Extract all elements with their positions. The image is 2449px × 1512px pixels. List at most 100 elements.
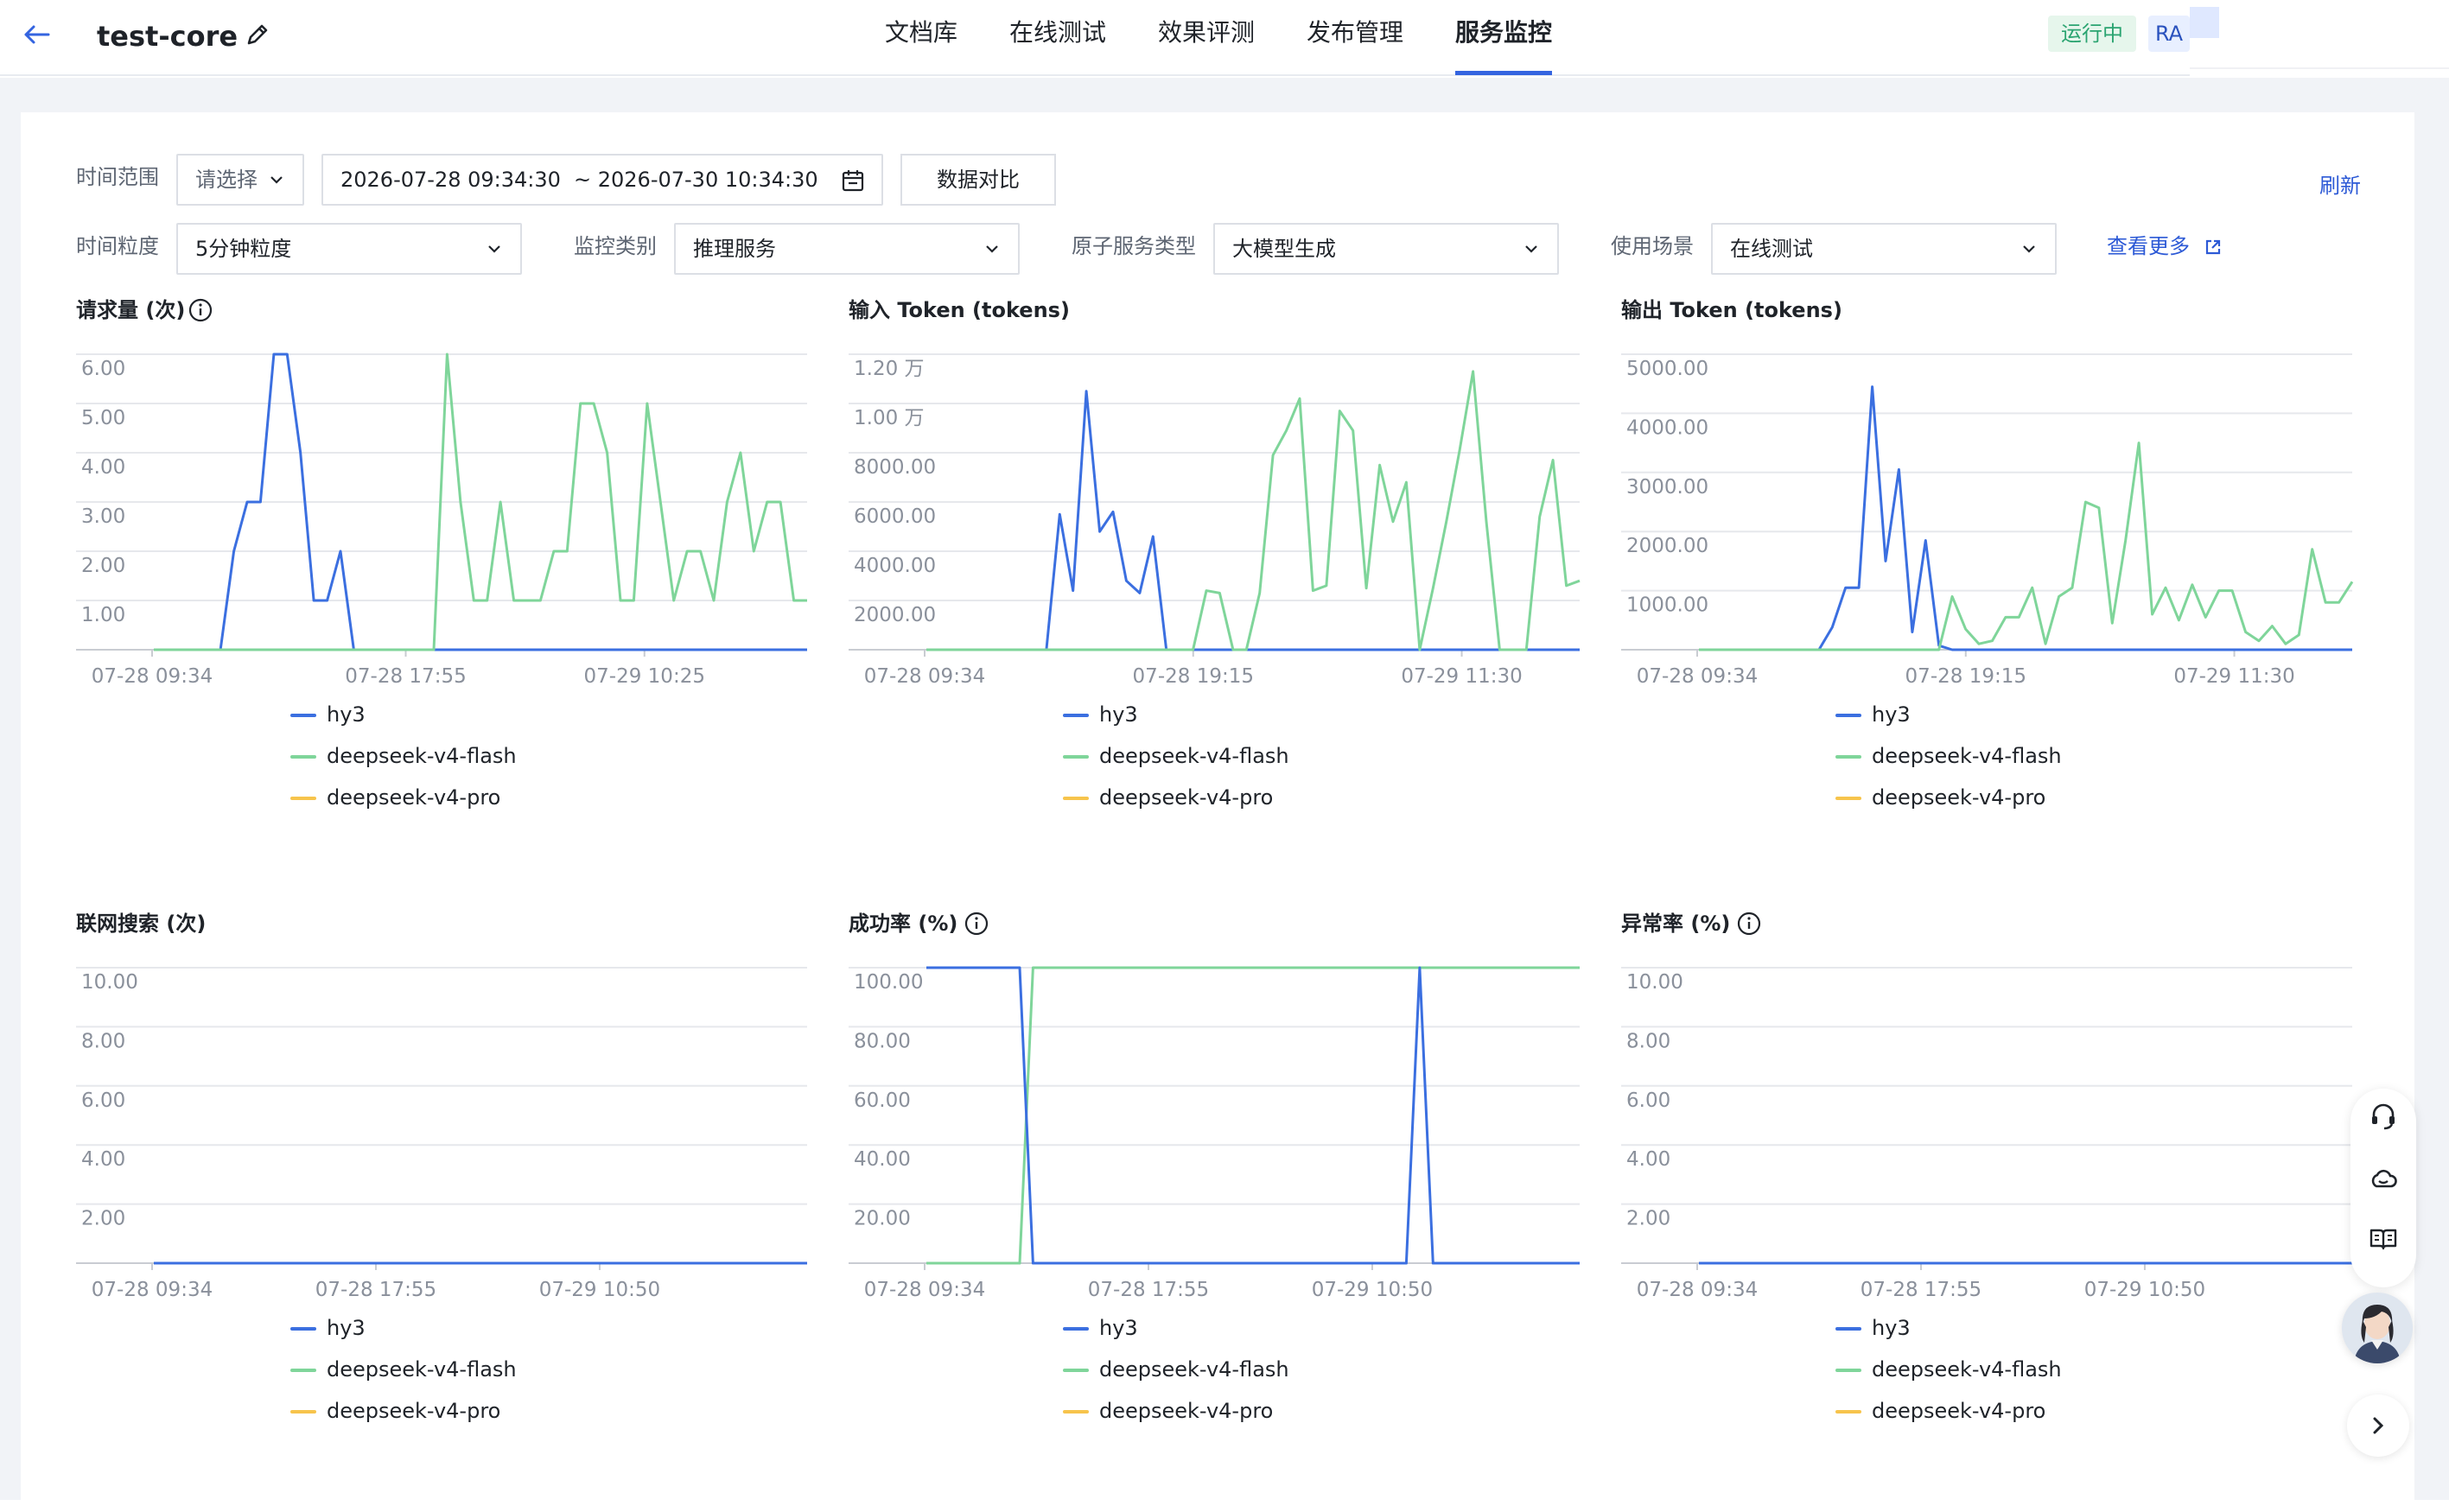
chart-title: 请求量 (次) — [76, 298, 186, 322]
compare-button[interactable]: 数据对比 — [900, 154, 1056, 206]
y-tick-label: 8.00 — [1626, 1030, 1670, 1052]
legend-swatch — [1063, 714, 1089, 717]
legend-swatch — [1063, 797, 1089, 800]
y-tick-label: 4000.00 — [1626, 416, 1708, 439]
x-tick-label: 07-28 09:34 — [92, 665, 213, 688]
time-range-select[interactable]: 请选择 — [176, 154, 304, 206]
back-arrow-icon[interactable] — [19, 17, 54, 52]
y-tick-label: 1.20 万 — [854, 358, 925, 380]
tab-evaluation[interactable]: 效果评测 — [1158, 16, 1255, 50]
collapse-button[interactable] — [2347, 1394, 2409, 1457]
legend-label: deepseek-v4-pro — [327, 785, 501, 810]
y-tick-label: 6.00 — [81, 1090, 125, 1112]
panel-divider — [2190, 67, 2449, 69]
x-tick-label: 07-29 10:50 — [2084, 1279, 2205, 1301]
line-chart: 6.00 5.00 4.00 3.00 2.00 1.00 07-28 09:34 07-28… — [76, 353, 807, 688]
x-tick-label: 07-28 17:55 — [315, 1279, 436, 1301]
series-line-hy3 — [926, 966, 1580, 1265]
view-more-label: 查看更多 — [2107, 234, 2190, 258]
x-tick-label: 07-29 10:25 — [584, 665, 705, 688]
atomic-service-select[interactable]: 大模型生成 — [1213, 223, 1559, 275]
y-tick-label: 1.00 — [81, 604, 125, 626]
legend-label: deepseek-v4-pro — [1099, 1399, 1274, 1423]
category-select[interactable]: 推理服务 — [674, 223, 1020, 275]
y-tick-label: 3000.00 — [1626, 476, 1708, 499]
legend-swatch — [1063, 1410, 1089, 1414]
granularity-value: 5分钟粒度 — [195, 237, 292, 261]
y-tick-label: 20.00 — [854, 1208, 911, 1230]
category-value: 推理服务 — [693, 237, 776, 261]
monitor-card: 时间范围 请选择 2026-07-28 09:34:30 ~ 2026-07-3… — [21, 112, 2414, 1512]
pencil-icon[interactable] — [244, 21, 271, 48]
legend-label: hy3 — [1872, 1316, 1911, 1340]
legend-swatch — [1063, 1369, 1089, 1372]
y-tick-label: 1000.00 — [1626, 594, 1708, 617]
line-chart: 5000.00 4000.00 3000.00 2000.00 1000.00 07-28… — [1621, 353, 2354, 688]
assistant-avatar[interactable] — [2342, 1293, 2413, 1363]
line-chart: 1.20 万 1.00 万 8000.00 6000.00 4000.00 2000.00… — [849, 353, 1581, 688]
assistant-avatar-image — [2342, 1293, 2413, 1363]
legend-swatch — [290, 1369, 316, 1372]
x-tick-label: 07-29 10:50 — [539, 1279, 660, 1301]
chevron-down-icon — [270, 176, 283, 184]
legend-label: hy3 — [1099, 702, 1138, 727]
ra-badge[interactable]: RA — [2148, 16, 2190, 52]
page-background: 时间范围 请选择 2026-07-28 09:34:30 ~ 2026-07-3… — [0, 78, 2449, 1512]
granularity-label: 时间粒度 — [76, 234, 159, 258]
legend-label: deepseek-v4-pro — [1872, 1399, 2046, 1423]
tab-online-test[interactable]: 在线测试 — [1009, 16, 1106, 50]
legend-swatch — [290, 714, 316, 717]
x-tick-label: 07-28 09:34 — [92, 1279, 213, 1301]
date-range-picker[interactable]: 2026-07-28 09:34:30 ~ 2026-07-30 10:34:3… — [321, 154, 883, 206]
y-tick-label: 6.00 — [1626, 1090, 1670, 1112]
tab-docs[interactable]: 文档库 — [885, 16, 957, 50]
y-tick-label: 4.00 — [81, 1148, 125, 1171]
legend-label: deepseek-v4-flash — [327, 744, 517, 768]
y-tick-label: 10.00 — [81, 971, 138, 994]
x-tick-label: 07-28 09:34 — [864, 1279, 985, 1301]
legend-label: deepseek-v4-flash — [1872, 744, 2062, 768]
y-tick-label: 2.00 — [81, 555, 125, 577]
legend-swatch — [1835, 797, 1861, 800]
calendar-icon — [842, 170, 864, 192]
scene-value: 在线测试 — [1730, 237, 1813, 261]
y-tick-label: 4.00 — [1626, 1148, 1670, 1171]
date-start: 2026-07-28 09:34:30 — [340, 168, 561, 192]
legend-label: deepseek-v4-pro — [1099, 785, 1274, 810]
y-tick-label: 6.00 — [81, 358, 125, 380]
chart-title: 成功率 (%) — [849, 912, 958, 936]
tab-service-monitor[interactable]: 服务监控 — [1455, 16, 1552, 50]
granularity-select[interactable]: 5分钟粒度 — [176, 223, 522, 275]
app-title: test-core — [97, 20, 239, 53]
legend-label: deepseek-v4-pro — [327, 1399, 501, 1423]
y-tick-label: 80.00 — [854, 1030, 911, 1052]
legend-swatch — [290, 1327, 316, 1331]
scene-select[interactable]: 在线测试 — [1711, 223, 2057, 275]
cloud-icon[interactable] — [2368, 1163, 2399, 1194]
legend-swatch — [290, 797, 316, 800]
view-more-link[interactable]: 查看更多 — [2107, 232, 2220, 261]
x-tick-label: 07-28 19:15 — [1133, 665, 1254, 688]
chart-title: 输出 Token (tokens) — [1621, 298, 1842, 322]
series-line-deepseek-v4-flash — [926, 370, 1581, 651]
x-tick-label: 07-28 17:55 — [345, 665, 466, 688]
series-line-hy3 — [1699, 385, 2352, 651]
legend-swatch — [1835, 755, 1861, 759]
book-icon[interactable] — [2368, 1223, 2399, 1255]
info-icon[interactable] — [964, 912, 989, 936]
customer-service-icon[interactable] — [2368, 1101, 2399, 1132]
refresh-link[interactable]: 刷新 — [2319, 171, 2361, 200]
time-range-select-value: 请选择 — [195, 168, 258, 192]
x-tick-label: 07-29 10:50 — [1312, 1279, 1433, 1301]
tab-release[interactable]: 发布管理 — [1307, 16, 1403, 50]
legend-label: hy3 — [1099, 1316, 1138, 1340]
info-icon[interactable] — [188, 298, 213, 322]
chart-title: 异常率 (%) — [1621, 912, 1731, 936]
series-line-deepseek-v4-flash — [1699, 442, 2354, 651]
scene-label: 使用场景 — [1611, 234, 1694, 258]
line-chart: 100.00 80.00 60.00 40.00 20.00 07-28 09:34 07-… — [849, 966, 1580, 1301]
x-tick-label: 07-28 19:15 — [1905, 665, 2026, 688]
info-icon[interactable] — [1737, 912, 1761, 936]
x-tick-label: 07-28 17:55 — [1861, 1279, 1981, 1301]
y-tick-label: 1.00 万 — [854, 407, 925, 429]
